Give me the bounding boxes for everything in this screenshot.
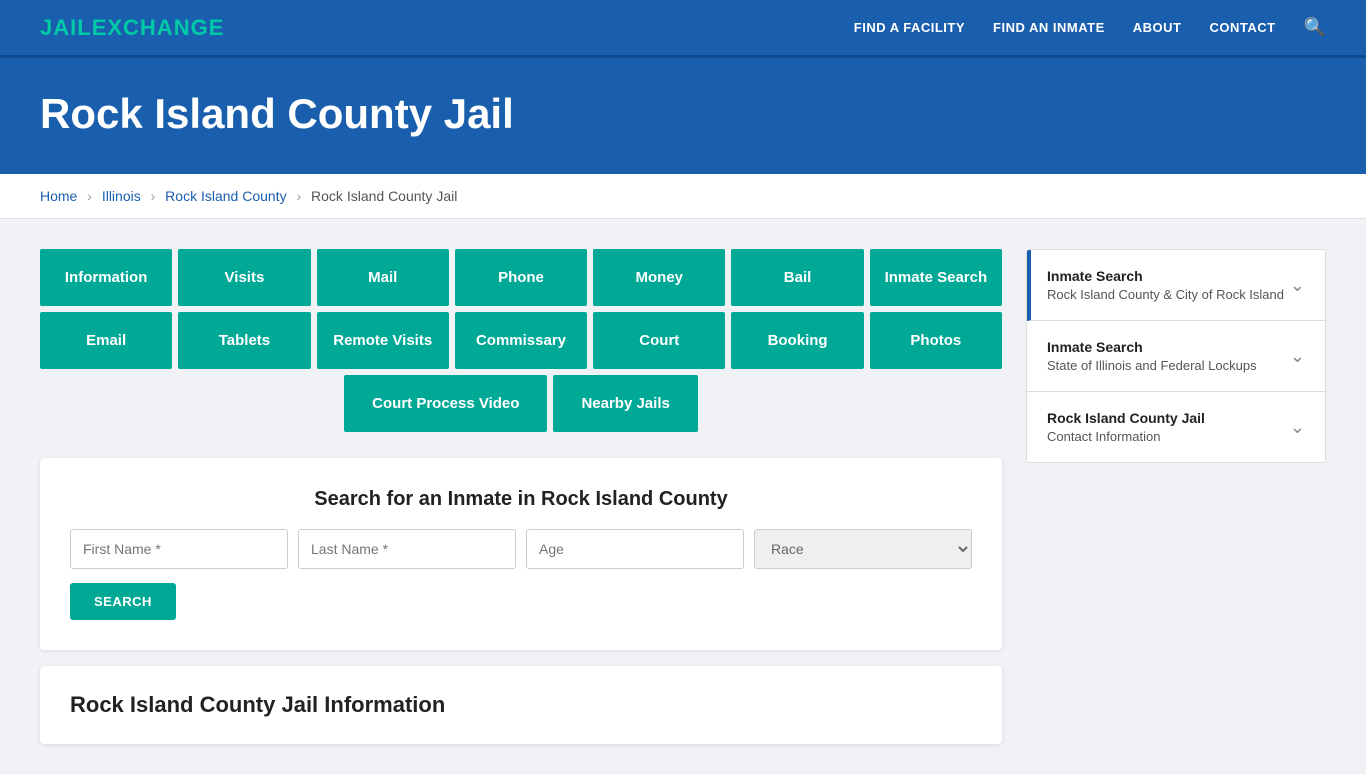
btn-remote-visits[interactable]: Remote Visits [317,312,449,369]
sidebar-item-3-subtitle: Contact Information [1047,429,1205,444]
breadcrumb-sep-3: › [296,188,301,204]
breadcrumb-home[interactable]: Home [40,188,77,204]
logo-jail: JAIL [40,15,92,40]
sidebar-item-1-subtitle: Rock Island County & City of Rock Island [1047,287,1284,302]
logo-exchange: EXCHANGE [92,15,225,40]
first-name-input[interactable] [70,529,288,569]
sidebar-item-inmate-search-state[interactable]: Inmate Search State of Illinois and Fede… [1027,321,1325,392]
button-grid-row2: Email Tablets Remote Visits Commissary C… [40,312,1002,369]
sidebar-item-contact-info[interactable]: Rock Island County Jail Contact Informat… [1027,392,1325,462]
breadcrumb: Home › Illinois › Rock Island County › R… [0,174,1366,219]
age-input[interactable] [526,529,744,569]
btn-nearby-jails[interactable]: Nearby Jails [553,375,697,432]
btn-money[interactable]: Money [593,249,725,306]
nav-contact[interactable]: CONTACT [1209,20,1275,35]
sidebar-item-2-title: Inmate Search [1047,339,1257,355]
hero-section: Rock Island County Jail [0,58,1366,174]
btn-tablets[interactable]: Tablets [178,312,310,369]
search-title: Search for an Inmate in Rock Island Coun… [70,488,972,511]
sidebar-item-1-title: Inmate Search [1047,268,1284,284]
button-grid-row3: Court Process Video Nearby Jails [40,375,1002,432]
site-logo[interactable]: JAILEXCHANGE [40,15,224,41]
btn-bail[interactable]: Bail [731,249,863,306]
chevron-down-icon-3: ⌄ [1290,417,1305,438]
sidebar-right: Inmate Search Rock Island County & City … [1026,249,1326,463]
btn-photos[interactable]: Photos [870,312,1002,369]
btn-inmate-search[interactable]: Inmate Search [870,249,1002,306]
breadcrumb-sep-1: › [87,188,92,204]
chevron-down-icon-2: ⌄ [1290,346,1305,367]
breadcrumb-sep-2: › [151,188,156,204]
btn-court[interactable]: Court [593,312,725,369]
search-icon[interactable]: 🔍 [1304,17,1326,38]
btn-email[interactable]: Email [40,312,172,369]
sidebar-item-3-title: Rock Island County Jail [1047,410,1205,426]
btn-phone[interactable]: Phone [455,249,587,306]
btn-information[interactable]: Information [40,249,172,306]
btn-commissary[interactable]: Commissary [455,312,587,369]
race-select[interactable]: Race White Black Hispanic Asian Other [754,529,972,569]
nav-find-inmate[interactable]: FIND AN INMATE [993,20,1105,35]
button-grid-row1: Information Visits Mail Phone Money Bail… [40,249,1002,306]
page-title: Rock Island County Jail [40,90,1326,138]
nav-links: FIND A FACILITY FIND AN INMATE ABOUT CON… [854,17,1326,38]
search-fields: Race White Black Hispanic Asian Other [70,529,972,569]
search-card: Search for an Inmate in Rock Island Coun… [40,458,1002,650]
last-name-input[interactable] [298,529,516,569]
chevron-down-icon-1: ⌄ [1290,275,1305,296]
sidebar-item-2-subtitle: State of Illinois and Federal Lockups [1047,358,1257,373]
navbar: JAILEXCHANGE FIND A FACILITY FIND AN INM… [0,0,1366,58]
nav-find-facility[interactable]: FIND A FACILITY [854,20,965,35]
inmate-info-title: Rock Island County Jail Information [70,692,972,718]
btn-visits[interactable]: Visits [178,249,310,306]
content-left: Information Visits Mail Phone Money Bail… [40,249,1002,744]
inmate-info-section: Rock Island County Jail Information [40,666,1002,744]
btn-booking[interactable]: Booking [731,312,863,369]
breadcrumb-current: Rock Island County Jail [311,188,457,204]
sidebar-item-inmate-search-county[interactable]: Inmate Search Rock Island County & City … [1027,250,1325,321]
nav-about[interactable]: ABOUT [1133,20,1182,35]
main-area: Information Visits Mail Phone Money Bail… [0,219,1366,774]
btn-court-process-video[interactable]: Court Process Video [344,375,547,432]
btn-mail[interactable]: Mail [317,249,449,306]
breadcrumb-rock-island-county[interactable]: Rock Island County [165,188,286,204]
breadcrumb-illinois[interactable]: Illinois [102,188,141,204]
search-button[interactable]: SEARCH [70,583,176,620]
